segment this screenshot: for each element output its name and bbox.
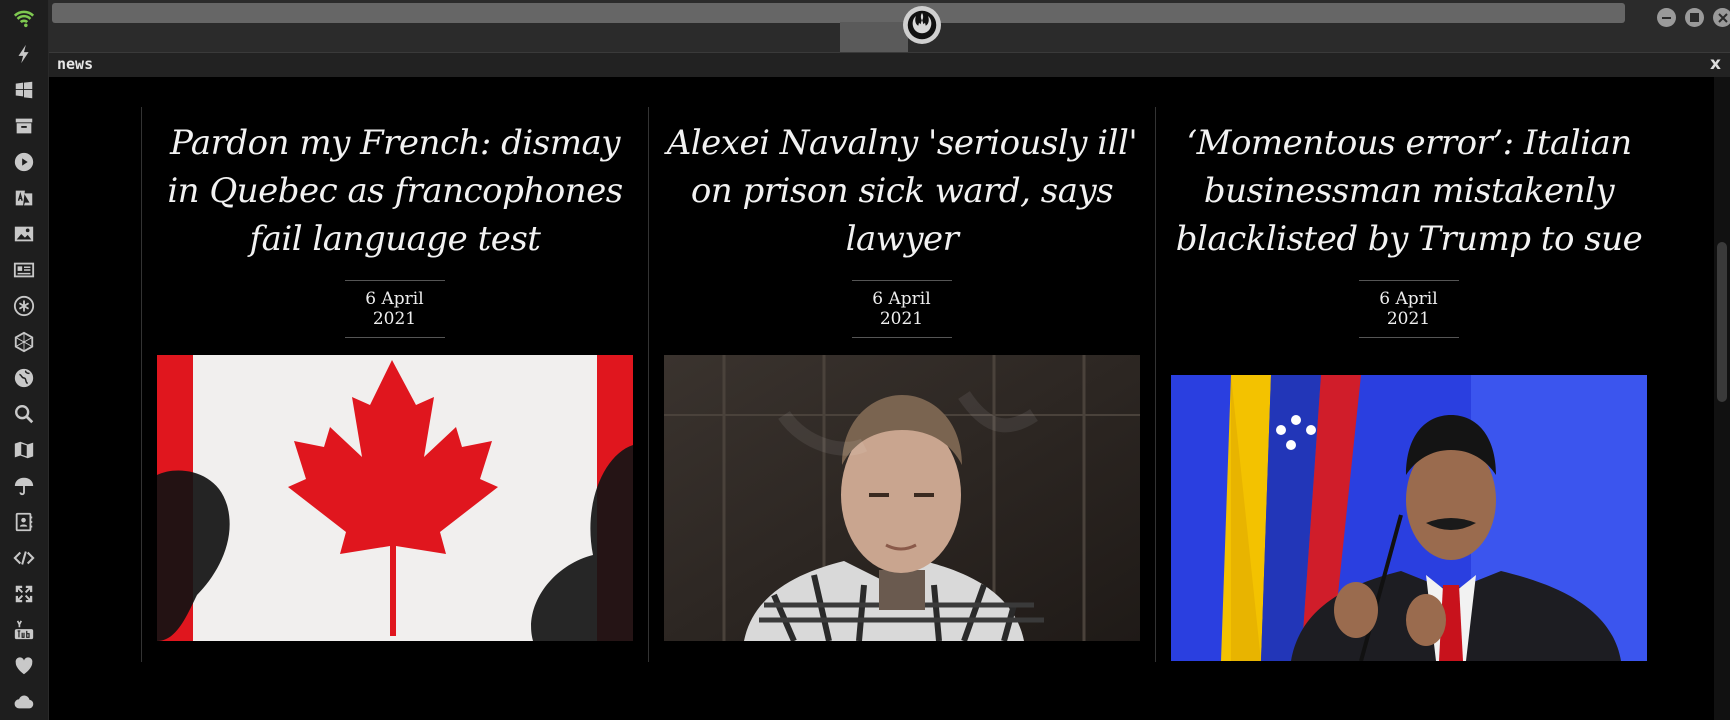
heart-icon[interactable] <box>8 650 40 682</box>
maximize-button[interactable] <box>1685 8 1704 27</box>
canadian-flag-photo[interactable] <box>157 355 633 641</box>
tab-news[interactable]: news <box>57 55 93 73</box>
wifi-icon[interactable] <box>8 2 40 34</box>
contacts-icon[interactable] <box>8 506 40 538</box>
map-icon[interactable] <box>8 434 40 466</box>
vertical-scrollbar[interactable] <box>1714 77 1730 720</box>
article-card: Pardon my French: dismay in Quebec as fr… <box>141 107 647 662</box>
archive-icon[interactable] <box>8 110 40 142</box>
newspaper-icon[interactable] <box>8 254 40 286</box>
close-window-button[interactable] <box>1713 8 1730 27</box>
play-icon[interactable] <box>8 146 40 178</box>
image-icon[interactable] <box>8 218 40 250</box>
globe-icon[interactable] <box>8 362 40 394</box>
window-titlebar <box>49 0 1730 52</box>
code-icon[interactable] <box>8 542 40 574</box>
article-title[interactable]: Alexei Navalny 'seriously ill' on prison… <box>663 119 1141 263</box>
asterisk-icon[interactable] <box>8 290 40 322</box>
logo-tab[interactable] <box>840 22 908 52</box>
article-card: ‘Momentous error’: Italian businessman m… <box>1155 107 1661 662</box>
search-icon[interactable] <box>8 398 40 430</box>
minimize-button[interactable] <box>1657 8 1676 27</box>
windows-icon[interactable] <box>8 74 40 106</box>
rebel-alliance-logo <box>903 6 941 44</box>
umbrella-icon[interactable] <box>8 470 40 502</box>
youtube-icon[interactable] <box>8 614 40 646</box>
article-date: 6 April 2021 <box>649 280 1154 338</box>
navalny-photo[interactable] <box>664 355 1140 641</box>
hexagon-icon[interactable] <box>8 326 40 358</box>
cloud-icon[interactable] <box>8 686 40 718</box>
scrollbar-thumb[interactable] <box>1717 242 1727 402</box>
article-card: Alexei Navalny 'seriously ill' on prison… <box>648 107 1154 662</box>
translate-icon[interactable] <box>8 182 40 214</box>
article-title[interactable]: Pardon my French: dismay in Quebec as fr… <box>156 119 634 263</box>
article-title[interactable]: ‘Momentous error’: Italian businessman m… <box>1170 119 1648 263</box>
expand-icon[interactable] <box>8 578 40 610</box>
news-content: Pardon my French: dismay in Quebec as fr… <box>49 77 1730 720</box>
close-tab-button[interactable]: x <box>1710 54 1721 74</box>
address-bar[interactable] <box>52 3 1625 23</box>
article-date: 6 April 2021 <box>1156 280 1661 338</box>
app-dock <box>0 0 49 720</box>
maduro-photo[interactable] <box>1171 375 1647 661</box>
article-date: 6 April 2021 <box>142 280 647 338</box>
lightning-icon[interactable] <box>8 38 40 70</box>
tab-strip: news x <box>49 52 1730 78</box>
